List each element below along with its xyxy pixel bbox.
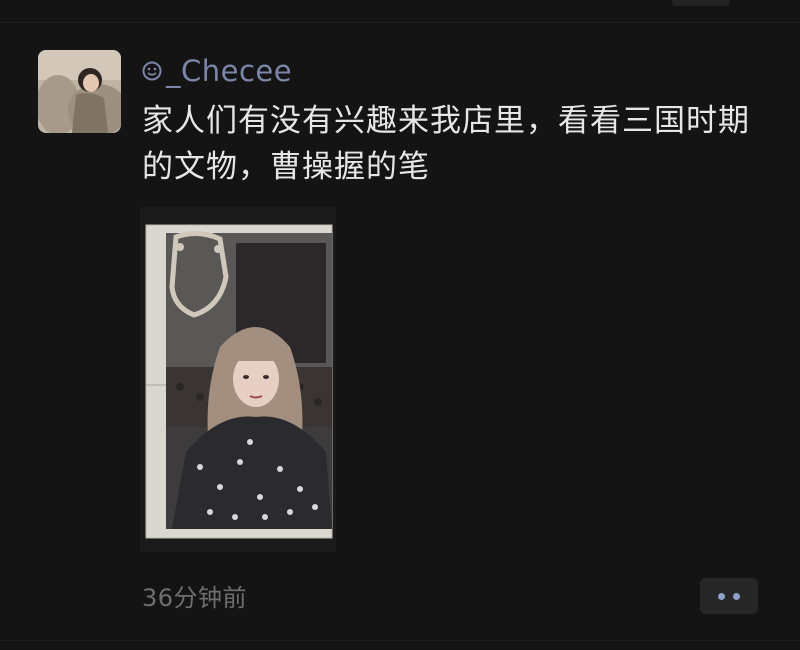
post-photo[interactable]: [140, 207, 336, 552]
previous-post-edge: [672, 0, 730, 6]
top-divider: [0, 22, 800, 23]
avatar[interactable]: [38, 50, 121, 133]
timestamp: 36分钟前: [142, 584, 248, 612]
smiley-icon: [142, 54, 162, 88]
avatar-image: [38, 50, 121, 133]
moments-post: _Checee 家人们有没有兴趣来我店里，看看三国时期的文物，曹操握的笔 36分…: [0, 0, 800, 650]
username-link[interactable]: _Checee: [142, 52, 292, 90]
post-text: 家人们有没有兴趣来我店里，看看三国时期的文物，曹操握的笔: [142, 103, 750, 185]
more-dots-icon: [718, 592, 725, 600]
photo-image: [140, 207, 336, 552]
more-dots-icon: [733, 592, 740, 600]
username-text: _Checee: [166, 54, 293, 88]
more-actions-button[interactable]: [700, 578, 758, 614]
bottom-divider: [0, 640, 800, 641]
